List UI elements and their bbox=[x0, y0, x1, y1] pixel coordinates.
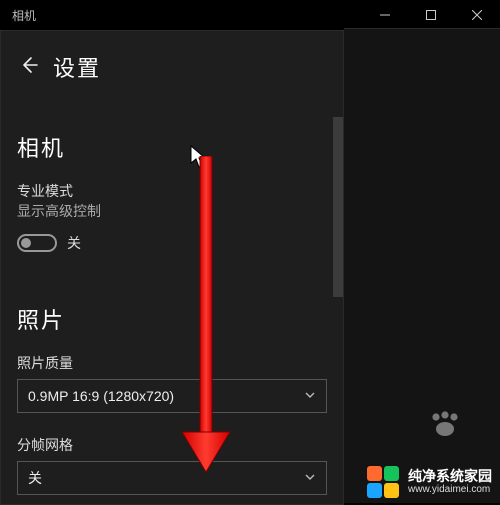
preview-pane bbox=[344, 28, 500, 503]
paw-icon bbox=[428, 411, 462, 447]
pro-mode-toggle-row: 关 bbox=[1, 227, 343, 253]
photo-quality-label: 照片质量 bbox=[1, 347, 343, 373]
pro-mode-state: 关 bbox=[67, 233, 81, 253]
photo-quality-select[interactable]: 0.9MP 16:9 (1280x720) bbox=[17, 379, 327, 413]
pro-mode-label: 专业模式 bbox=[1, 175, 343, 201]
maximize-button[interactable] bbox=[408, 0, 454, 30]
watermark-brand: 纯净系统家园 bbox=[408, 468, 492, 484]
app-name: 相机 bbox=[12, 7, 36, 24]
scrollbar[interactable] bbox=[333, 91, 343, 497]
header-row: 设置 bbox=[1, 31, 343, 91]
window: 相机 设置 相机 专业模式 显示高级控制 关 照片 照片质量 bbox=[0, 0, 500, 505]
titlebar: 相机 bbox=[0, 0, 500, 30]
section-camera-title: 相机 bbox=[1, 91, 343, 175]
grid-value: 关 bbox=[28, 468, 42, 488]
chevron-down-icon bbox=[304, 471, 316, 486]
chevron-down-icon bbox=[304, 389, 316, 404]
pro-mode-sublabel: 显示高级控制 bbox=[1, 201, 343, 227]
section-photo-title: 照片 bbox=[1, 253, 343, 347]
watermark-logo-icon bbox=[366, 465, 400, 499]
settings-panel: 设置 相机 专业模式 显示高级控制 关 照片 照片质量 0.9MP 16:9 (… bbox=[0, 30, 344, 505]
grid-select[interactable]: 关 bbox=[17, 461, 327, 495]
photo-quality-value: 0.9MP 16:9 (1280x720) bbox=[28, 388, 174, 404]
pro-mode-toggle[interactable] bbox=[17, 234, 57, 252]
back-icon[interactable] bbox=[19, 55, 39, 80]
watermark: 纯净系统家园 www.yidaimei.com bbox=[366, 465, 492, 499]
page-title: 设置 bbox=[53, 51, 101, 83]
close-button[interactable] bbox=[454, 0, 500, 30]
toggle-knob-icon bbox=[21, 238, 31, 248]
minimize-button[interactable] bbox=[362, 0, 408, 30]
scrollbar-thumb[interactable] bbox=[333, 117, 343, 297]
grid-label: 分帧网格 bbox=[1, 413, 343, 455]
watermark-url: www.yidaimei.com bbox=[408, 484, 492, 496]
